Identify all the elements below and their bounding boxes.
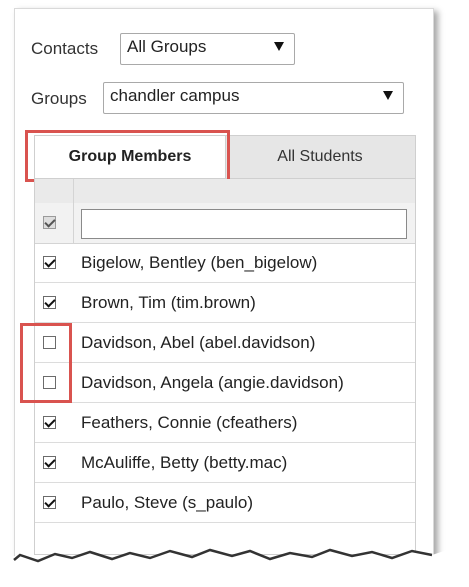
member-checkbox[interactable] xyxy=(43,416,56,429)
member-checkbox[interactable] xyxy=(43,336,56,349)
chevron-down-icon xyxy=(274,42,284,51)
list-item[interactable]: Davidson, Angela (angie.davidson) xyxy=(35,363,415,403)
list-item[interactable]: Brown, Tim (tim.brown) xyxy=(35,283,415,323)
contacts-select[interactable]: All Groups xyxy=(120,33,295,65)
chevron-down-icon xyxy=(383,91,393,100)
member-checkbox[interactable] xyxy=(43,456,56,469)
groups-select[interactable]: chandler campus xyxy=(103,82,404,114)
list-item[interactable]: McAuliffe, Betty (betty.mac) xyxy=(35,443,415,483)
list-item[interactable]: Feathers, Connie (cfeathers) xyxy=(35,403,415,443)
tab-group-members[interactable]: Group Members xyxy=(35,136,226,178)
list-item[interactable]: Paulo, Steve (s_paulo) xyxy=(35,483,415,523)
member-name: Bigelow, Bentley (ben_bigelow) xyxy=(81,253,318,272)
torn-edge xyxy=(0,548,469,587)
grid-header xyxy=(35,179,415,204)
member-name: Paulo, Steve (s_paulo) xyxy=(81,493,253,512)
contacts-select-value: All Groups xyxy=(127,37,207,56)
member-name: McAuliffe, Betty (betty.mac) xyxy=(81,453,288,472)
list-item[interactable]: Bigelow, Bentley (ben_bigelow) xyxy=(35,243,415,283)
member-name: Davidson, Angela (angie.davidson) xyxy=(81,373,344,392)
member-checkbox[interactable] xyxy=(43,496,56,509)
member-checkbox[interactable] xyxy=(43,296,56,309)
member-name: Brown, Tim (tim.brown) xyxy=(81,293,256,312)
member-checkbox[interactable] xyxy=(43,376,56,389)
members-grid: Bigelow, Bentley (ben_bigelow) Brown, Ti… xyxy=(34,179,416,555)
select-all-checkbox[interactable] xyxy=(43,216,56,229)
member-name: Feathers, Connie (cfeathers) xyxy=(81,413,298,432)
member-checkbox[interactable] xyxy=(43,256,56,269)
groups-label: Groups xyxy=(31,89,87,108)
column-divider xyxy=(73,179,74,243)
member-name: Davidson, Abel (abel.davidson) xyxy=(81,333,316,352)
tab-all-students[interactable]: All Students xyxy=(225,136,415,178)
contacts-label: Contacts xyxy=(31,39,99,58)
groups-select-value: chandler campus xyxy=(110,86,240,105)
name-filter-input[interactable] xyxy=(81,209,407,239)
list-item[interactable]: Davidson, Abel (abel.davidson) xyxy=(35,323,415,363)
tab-bar: Group Members All Students xyxy=(34,135,416,179)
